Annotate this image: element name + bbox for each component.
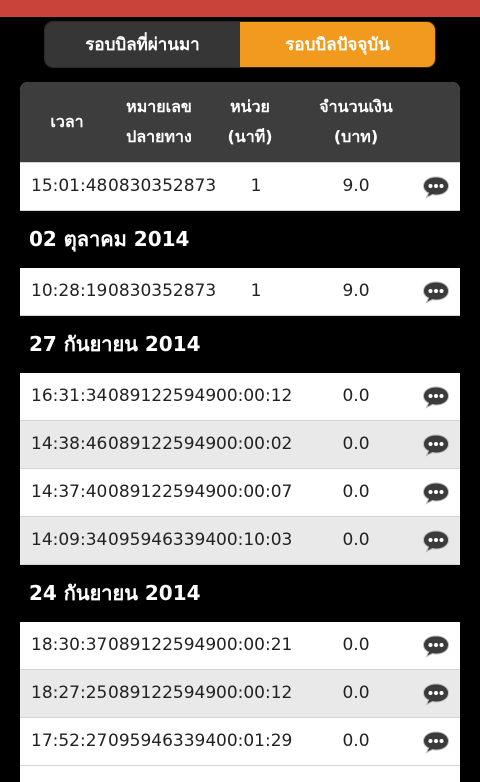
table-row[interactable]: 18:30:37 0891225949 00:00:21 0.0: [20, 622, 460, 670]
destination-number: 0830352873: [108, 176, 217, 196]
call-time: 15:01:48: [31, 176, 108, 196]
table-row[interactable]: 10:28:19 0830352873 1 9.0: [20, 268, 460, 316]
header-time-label: เวลา: [50, 112, 84, 131]
call-time: 14:38:46: [31, 434, 108, 454]
chat-bubble-icon[interactable]: [422, 433, 450, 457]
call-amount: 0.0: [342, 386, 370, 406]
tab-past-bill-cycle[interactable]: รอบบิลที่ผ่านมา: [45, 22, 240, 67]
table-row[interactable]: 16:31:34 0891225949 00:00:12 0.0: [20, 373, 460, 421]
call-units: 00:01:29: [216, 731, 293, 751]
chat-bubble-icon[interactable]: [422, 280, 450, 304]
call-amount: 0.0: [342, 434, 370, 454]
call-time: 17:52:27: [31, 731, 108, 751]
call-units: 00:00:12: [216, 683, 293, 703]
call-time: 16:31:34: [31, 386, 108, 406]
call-amount: 0.0: [342, 635, 370, 655]
header-unit: หน่วย (นาที): [220, 82, 280, 162]
table-row[interactable]: 14:38:46 0891225949 00:00:02 0.0: [20, 421, 460, 469]
header-amount-line2: (บาท): [333, 127, 379, 146]
date-group-header: 24 กันยายน 2014: [20, 565, 460, 622]
call-history-table: เวลา หมายเลข ปลายทาง หน่วย (นาที) จำนวนเ…: [20, 82, 460, 782]
chat-bubble-icon[interactable]: [422, 385, 450, 409]
call-units: 1: [250, 281, 262, 301]
call-units: 1: [250, 176, 262, 196]
chat-bubble-icon[interactable]: [422, 481, 450, 505]
call-time: 14:09:34: [31, 530, 108, 550]
destination-number: 0830352873: [108, 281, 217, 301]
destination-number: 0891225949: [108, 434, 217, 454]
call-units: 00:00:21: [216, 635, 293, 655]
destination-number: 0959463394: [108, 530, 217, 550]
table-header: เวลา หมายเลข ปลายทาง หน่วย (นาที) จำนวนเ…: [20, 82, 460, 162]
destination-number: 0891225949: [108, 482, 217, 502]
header-unit-line1: หน่วย: [230, 97, 270, 116]
call-amount: 0.0: [342, 530, 370, 550]
header-amount-line1: จำนวนเงิน: [319, 97, 393, 116]
destination-number: 0891225949: [108, 386, 217, 406]
date-group-header: 27 กันยายน 2014: [20, 316, 460, 373]
tab-current-bill-cycle[interactable]: รอบบิลปัจจุบัน: [240, 22, 435, 67]
header-time: เวลา: [38, 82, 96, 162]
chat-bubble-icon[interactable]: [422, 175, 450, 199]
call-time: 10:28:19: [31, 281, 108, 301]
call-time: 14:37:40: [31, 482, 108, 502]
call-time: 18:27:25: [31, 683, 108, 703]
header-destination: หมายเลข ปลายทาง: [118, 82, 200, 162]
date-group-header: 02 ตุลาคม 2014: [20, 211, 460, 268]
call-units: 00:00:07: [216, 482, 293, 502]
call-amount: 0.0: [342, 731, 370, 751]
call-amount: 9.0: [342, 281, 370, 301]
call-time: 18:30:37: [31, 635, 108, 655]
destination-number: 0891225949: [108, 683, 217, 703]
chat-bubble-icon[interactable]: [422, 634, 450, 658]
chat-bubble-icon[interactable]: [422, 682, 450, 706]
header-amount: จำนวนเงิน (บาท): [310, 82, 402, 162]
header-destination-line1: หมายเลข: [126, 97, 192, 116]
table-row[interactable]: 15:01:48 0830352873 1 9.0: [20, 163, 460, 211]
call-units: 00:10:03: [216, 530, 293, 550]
table-body: 15:01:48 0830352873 1 9.0 02 ตุลาคม 2014 10:2…: [20, 162, 460, 766]
table-row[interactable]: 18:27:25 0891225949 00:00:12 0.0: [20, 670, 460, 718]
call-units: 00:00:12: [216, 386, 293, 406]
top-status-strip: [0, 0, 480, 17]
chat-bubble-icon[interactable]: [422, 730, 450, 754]
table-row[interactable]: 14:37:40 0891225949 00:00:07 0.0: [20, 469, 460, 517]
destination-number: 0959463394: [108, 731, 217, 751]
table-row[interactable]: 14:09:34 0959463394 00:10:03 0.0: [20, 517, 460, 565]
header-unit-line2: (นาที): [227, 127, 273, 146]
call-amount: 0.0: [342, 683, 370, 703]
header-destination-line2: ปลายทาง: [126, 127, 192, 146]
bill-cycle-tabs: รอบบิลที่ผ่านมา รอบบิลปัจจุบัน: [45, 22, 435, 67]
table-row[interactable]: 17:52:27 0959463394 00:01:29 0.0: [20, 718, 460, 766]
call-amount: 0.0: [342, 482, 370, 502]
call-amount: 9.0: [342, 176, 370, 196]
chat-bubble-icon[interactable]: [422, 529, 450, 553]
destination-number: 0891225949: [108, 635, 217, 655]
call-units: 00:00:02: [216, 434, 293, 454]
